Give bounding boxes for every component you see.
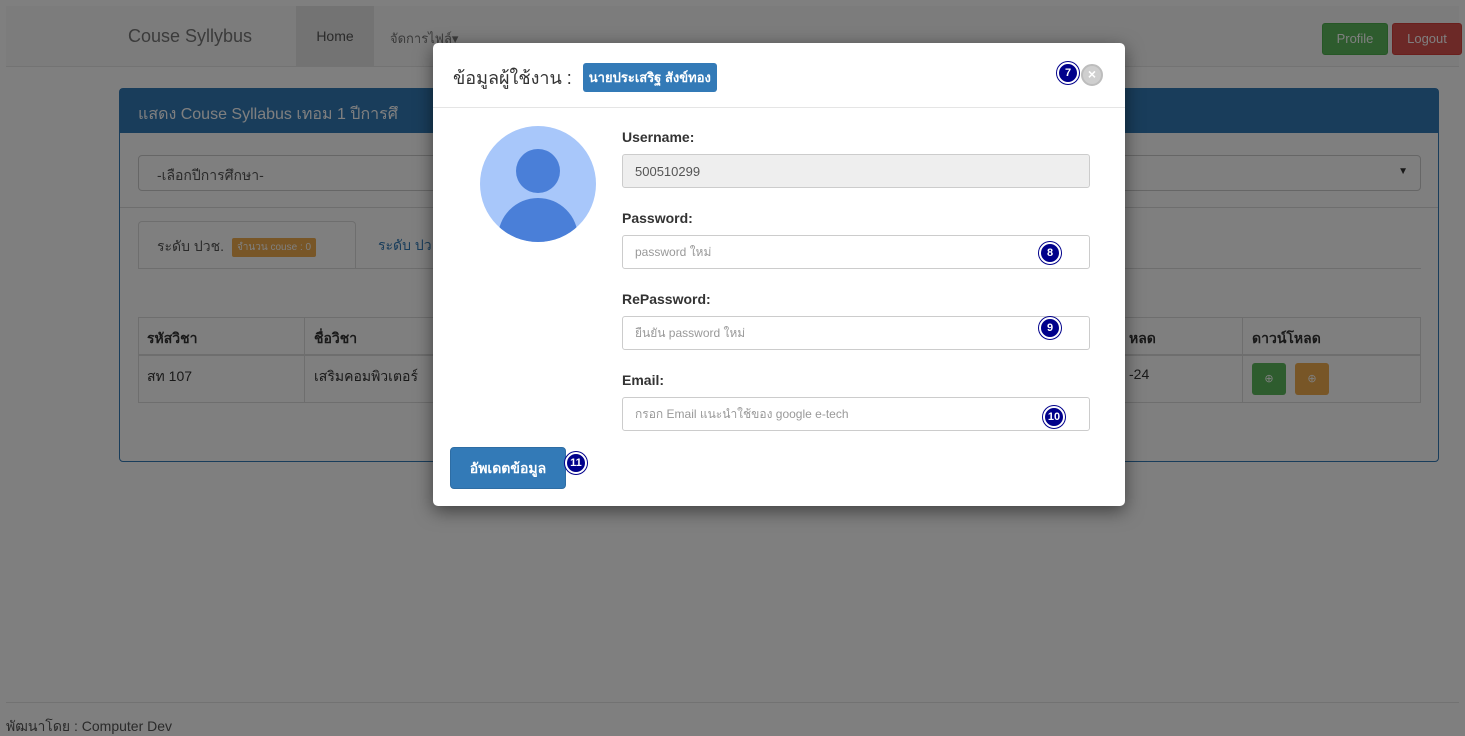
avatar [480,126,596,242]
user-profile-modal: ข้อมูลผู้ใช้งาน : นายประเสริฐ สังข์ทอง ×… [433,43,1125,506]
email-label: Email: [622,372,665,388]
annotation-marker: 7 [1057,62,1079,84]
modal-title: ข้อมูลผู้ใช้งาน : นายประเสริฐ สังข์ทอง [453,63,717,92]
avatar-head-shape [516,149,560,193]
close-icon[interactable]: × [1081,64,1103,86]
annotation-marker: 10 [1043,406,1065,428]
username-field[interactable] [622,154,1090,188]
avatar-body-shape [498,198,578,242]
username-label: Username: [622,129,695,145]
annotation-marker: 9 [1039,317,1061,339]
update-button[interactable]: อัพเดตข้อมูล [450,447,566,489]
annotation-marker: 8 [1039,242,1061,264]
repassword-field[interactable] [622,316,1090,350]
password-field[interactable] [622,235,1090,269]
repassword-label: RePassword: [622,291,711,307]
user-name-label: นายประเสริฐ สังข์ทอง [582,63,717,92]
password-label: Password: [622,210,693,226]
email-field[interactable] [622,397,1090,431]
annotation-marker: 11 [565,452,587,474]
modal-title-text: ข้อมูลผู้ใช้งาน : [453,68,572,88]
modal-header: ข้อมูลผู้ใช้งาน : นายประเสริฐ สังข์ทอง × [433,43,1125,108]
